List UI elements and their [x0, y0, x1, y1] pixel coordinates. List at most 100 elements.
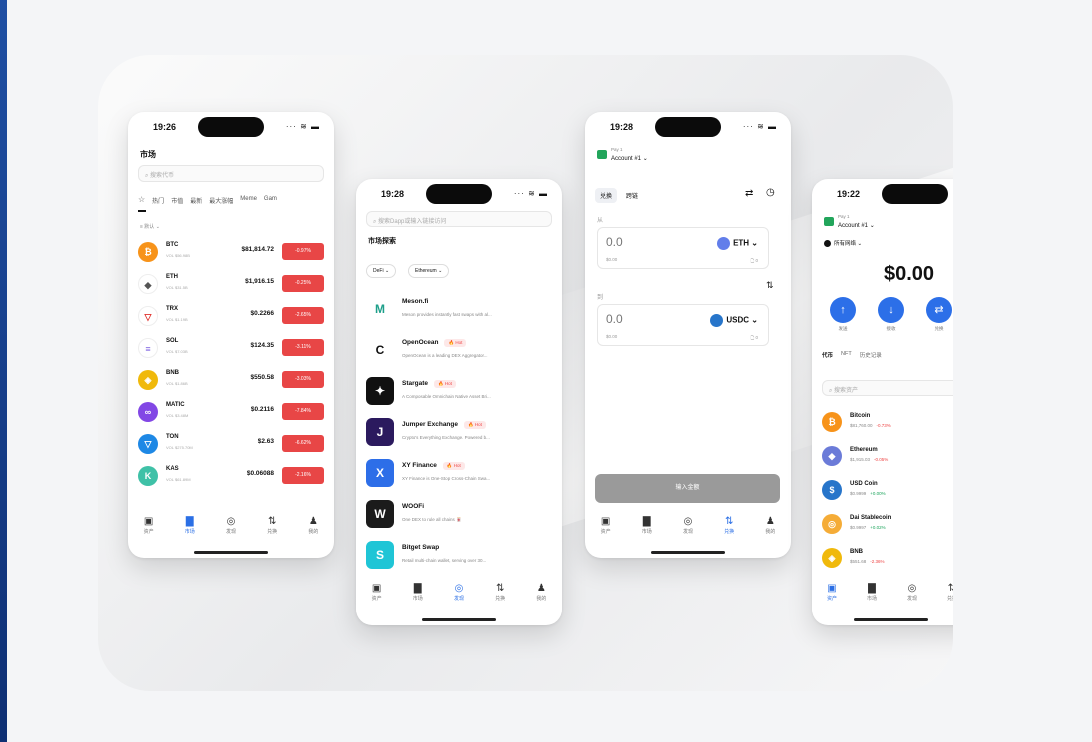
- tab-market[interactable]: ▇ 市场: [630, 515, 664, 545]
- market-row-sol[interactable]: ≡ SOL VOL $7.03B $124.35 -3.11%: [138, 336, 324, 364]
- dapp-row-jumper[interactable]: J Jumper Exchange 🔥 Hot Crypto's Everythi…: [366, 416, 552, 452]
- tab-assets[interactable]: ▣ 资产: [132, 515, 166, 545]
- asset-price-line: $551.68 -2.36%: [850, 559, 885, 564]
- dapp-row-meson[interactable]: M Meson.fi Meson provides instantly fast…: [366, 293, 552, 329]
- status-time: 19:28: [381, 189, 405, 199]
- dapp-row-woofi[interactable]: W WOOFi One DEX to rule all chains 🀄: [366, 498, 552, 534]
- hot-label: Hot: [474, 422, 482, 427]
- swap-settings-icon[interactable]: ⇄: [745, 188, 753, 199]
- asset-row-usd-coin[interactable]: $ USD Coin $0.9999 +0.00%: [822, 478, 953, 506]
- asset-row-bitcoin[interactable]: ₿ Bitcoin $81,760.00 -0.73%: [822, 410, 953, 438]
- dapp-search-input[interactable]: ⌕ 搜索Dapp或输入链接访问: [366, 211, 552, 227]
- coin-volume: VOL $3.48M: [166, 413, 189, 418]
- asset-row-ethereum[interactable]: ◆ Ethereum $1,915.03 -0.05%: [822, 444, 953, 472]
- from-amount-box[interactable]: 0.0 $0.00 ETH ⌄ 🗋 0: [597, 227, 769, 269]
- asset-price: $1,915.03: [850, 457, 871, 462]
- tab-assets[interactable]: ▣ 资产: [360, 582, 394, 612]
- tab-tokens[interactable]: 代币: [822, 351, 833, 359]
- tab-nft[interactable]: NFT: [841, 351, 852, 359]
- tab-bridge-mode[interactable]: 跨链: [621, 188, 643, 203]
- eth-icon: [717, 237, 731, 250]
- chart-icon: ▇: [413, 583, 422, 594]
- xy-finance-logo-icon: X: [366, 459, 394, 487]
- asset-name: USD Coin: [850, 481, 878, 487]
- tab-swap[interactable]: ⇅ 兑换: [712, 515, 746, 545]
- tab-market[interactable]: ▇ 市场: [401, 582, 435, 612]
- tab-me[interactable]: ♟ 我的: [296, 515, 330, 545]
- from-token-selector[interactable]: ETH ⌄: [717, 237, 758, 250]
- send-button[interactable]: ↑ 发送: [830, 297, 856, 332]
- market-row-kas[interactable]: K KAS VOL $61.89M $0.06088 -2.16%: [138, 464, 324, 492]
- chart-icon: ▇: [185, 516, 194, 527]
- dapp-row-xy-finance[interactable]: X XY Finance 🔥 Hot XY Finance is One-Stop…: [366, 457, 552, 493]
- status-bar: 19:28 ··· ≋ ▬: [356, 179, 562, 209]
- asset-name: Dai Stablecoin: [850, 515, 892, 521]
- tab-swap-mode[interactable]: 兑换: [595, 188, 618, 203]
- asset-row-dai[interactable]: ◎ Dai Stablecoin $0.9997 +0.02%: [822, 512, 953, 540]
- from-label: 从: [597, 218, 604, 224]
- section-title: 市场探索: [368, 238, 396, 245]
- coin-volume: VOL $1.86B: [166, 381, 188, 386]
- market-row-matic[interactable]: ∞ MATIC VOL $3.48M $0.2116 -7.84%: [138, 400, 324, 428]
- tab-swap[interactable]: ⇅ 兑换: [255, 515, 289, 545]
- tab-discover[interactable]: ◎ 发现: [671, 515, 705, 545]
- asset-row-bnb[interactable]: ◈ BNB $551.68 -2.36%: [822, 546, 953, 574]
- market-row-ton[interactable]: ▽ TON VOL $275.70M $2.63 -6.62%: [138, 432, 324, 460]
- tab-market[interactable]: ▇ 市场: [173, 515, 207, 545]
- arrow-up-icon: ↑: [830, 297, 856, 323]
- market-row-bnb[interactable]: ◈ BNB VOL $1.86B $550.58 -3.03%: [138, 368, 324, 396]
- filter-gainers[interactable]: 最大涨幅: [209, 196, 233, 205]
- search-input[interactable]: ⌕ 搜索代币: [138, 165, 324, 182]
- filter-gaming[interactable]: Gam: [264, 196, 277, 205]
- tab-market[interactable]: ▇ 市场: [855, 582, 889, 612]
- filter-meme[interactable]: Meme: [240, 196, 257, 205]
- dapp-description: A Composable Omnichain Native Asset Bri.…: [402, 394, 491, 399]
- filter-new[interactable]: 最新: [190, 196, 202, 205]
- asset-price: $551.68: [850, 559, 867, 564]
- history-clock-icon[interactable]: ◷: [766, 187, 775, 198]
- receive-button[interactable]: ↓ 接收: [878, 297, 904, 332]
- tab-me[interactable]: ♟ 我的: [753, 515, 787, 545]
- tab-assets[interactable]: ▣ 资产: [589, 515, 623, 545]
- market-row-btc[interactable]: ₿ BTC VOL $56.98B $81,814.72 -0.97%: [138, 240, 324, 268]
- eth-icon: ◆: [138, 274, 158, 294]
- market-row-eth[interactable]: ◆ ETH VOL $31.5B $1,916.15 -0.25%: [138, 272, 324, 300]
- tab-swap[interactable]: ⇅ 兑换: [935, 582, 953, 612]
- bottom-tab-bar: ▣ 资产 ▇ 市场 ◎ 发现 ⇅ 兑换 ♟ 我的: [128, 515, 334, 545]
- tab-swap[interactable]: ⇅ 兑换: [483, 582, 517, 612]
- enter-amount-button[interactable]: 输入金额: [595, 474, 780, 503]
- dapp-row-openocean[interactable]: C OpenOcean 🔥 Hot OpenOcean is a leading …: [366, 334, 552, 370]
- swap-button[interactable]: ⇄ 兑换: [926, 297, 952, 332]
- filter-hot[interactable]: 热门: [152, 196, 164, 205]
- tab-label: 资产: [143, 529, 154, 535]
- tab-discover[interactable]: ◎ 发现: [895, 582, 929, 612]
- network-selector[interactable]: 所有网络 ⌄: [824, 239, 862, 248]
- dapp-name: OpenOcean 🔥 Hot: [402, 339, 467, 347]
- dapp-row-stargate[interactable]: ✦ Stargate 🔥 Hot A Composable Omnichain N…: [366, 375, 552, 411]
- flip-direction-icon[interactable]: ⇅: [766, 280, 774, 291]
- dapp-row-bitget-swap[interactable]: S Bitget Swap Retail multi-chain wallet,…: [366, 539, 552, 575]
- asset-price-line: $81,760.00 -0.73%: [850, 423, 891, 428]
- status-bar: 19:28 ··· ≋ ▬: [585, 112, 791, 142]
- tab-me[interactable]: ♟ 我的: [524, 582, 558, 612]
- market-row-trx[interactable]: ▽ TRX VOL $1.19B $0.2266 -2.65%: [138, 304, 324, 332]
- to-token-selector[interactable]: USDC ⌄: [710, 314, 758, 327]
- asset-search-input[interactable]: ⌕ 搜索资产: [822, 380, 953, 396]
- tab-discover[interactable]: ◎ 发现: [214, 515, 248, 545]
- to-amount-box[interactable]: 0.0 $0.00 USDC ⌄ 🗋 0: [597, 304, 769, 346]
- dynamic-island: [426, 184, 492, 204]
- coin-symbol: TON: [166, 434, 179, 440]
- tab-assets[interactable]: ▣ 资产: [815, 582, 849, 612]
- filter-marketcap[interactable]: 市值: [171, 196, 183, 205]
- swap-icon: ⇅: [947, 583, 953, 594]
- tab-label: 发现: [453, 596, 464, 602]
- dapp-name-text: Jumper Exchange: [402, 421, 458, 428]
- tab-discover[interactable]: ◎ 发现: [442, 582, 476, 612]
- tab-history[interactable]: 历史记录: [860, 351, 882, 359]
- category-chip[interactable]: DeFi ⌄: [366, 264, 397, 278]
- network-chip[interactable]: Ethereum ⌄: [408, 264, 450, 278]
- sort-dropdown[interactable]: ≡ 默认 ⌄: [140, 223, 160, 230]
- account-sub: Pay 1: [838, 214, 850, 219]
- kas-icon: K: [138, 466, 158, 486]
- filter-favorites[interactable]: ☆: [138, 196, 145, 205]
